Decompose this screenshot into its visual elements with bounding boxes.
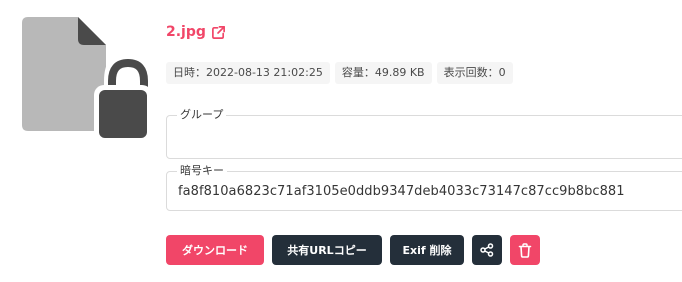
encryption-key-value: fa8f810a6823c71af3105e0ddb9347deb4033c73… — [178, 184, 625, 199]
file-detail-panel: 2.jpg 日時：2022-08-13 21:02:25 容量：49.89 KB… — [0, 0, 682, 282]
encryption-key-field[interactable]: 暗号キー fa8f810a6823c71af3105e0ddb9347deb40… — [166, 164, 682, 211]
view-count-tag: 表示回数：0 — [436, 62, 513, 84]
encryption-key-legend: 暗号キー — [177, 164, 227, 178]
locked-file-icon — [22, 17, 148, 142]
external-link-icon[interactable] — [211, 25, 226, 40]
share-icon — [480, 243, 494, 257]
download-button[interactable]: ダウンロード — [166, 235, 264, 265]
file-title: 2.jpg — [166, 22, 226, 42]
share-button[interactable] — [472, 235, 502, 265]
group-field[interactable]: グループ — [166, 108, 682, 159]
copy-share-url-button[interactable]: 共有URLコピー — [272, 235, 382, 265]
group-legend: グループ — [177, 108, 227, 122]
file-name-link[interactable]: 2.jpg — [166, 22, 206, 42]
file-meta-tags: 日時：2022-08-13 21:02:25 容量：49.89 KB 表示回数：… — [166, 62, 513, 84]
delete-button[interactable] — [510, 235, 540, 265]
size-tag: 容量：49.89 KB — [334, 62, 432, 84]
date-tag: 日時：2022-08-13 21:02:25 — [166, 62, 330, 84]
action-buttons: ダウンロード 共有URLコピー Exif 削除 — [166, 235, 540, 265]
exif-delete-button[interactable]: Exif 削除 — [390, 235, 464, 265]
trash-icon — [518, 242, 532, 258]
